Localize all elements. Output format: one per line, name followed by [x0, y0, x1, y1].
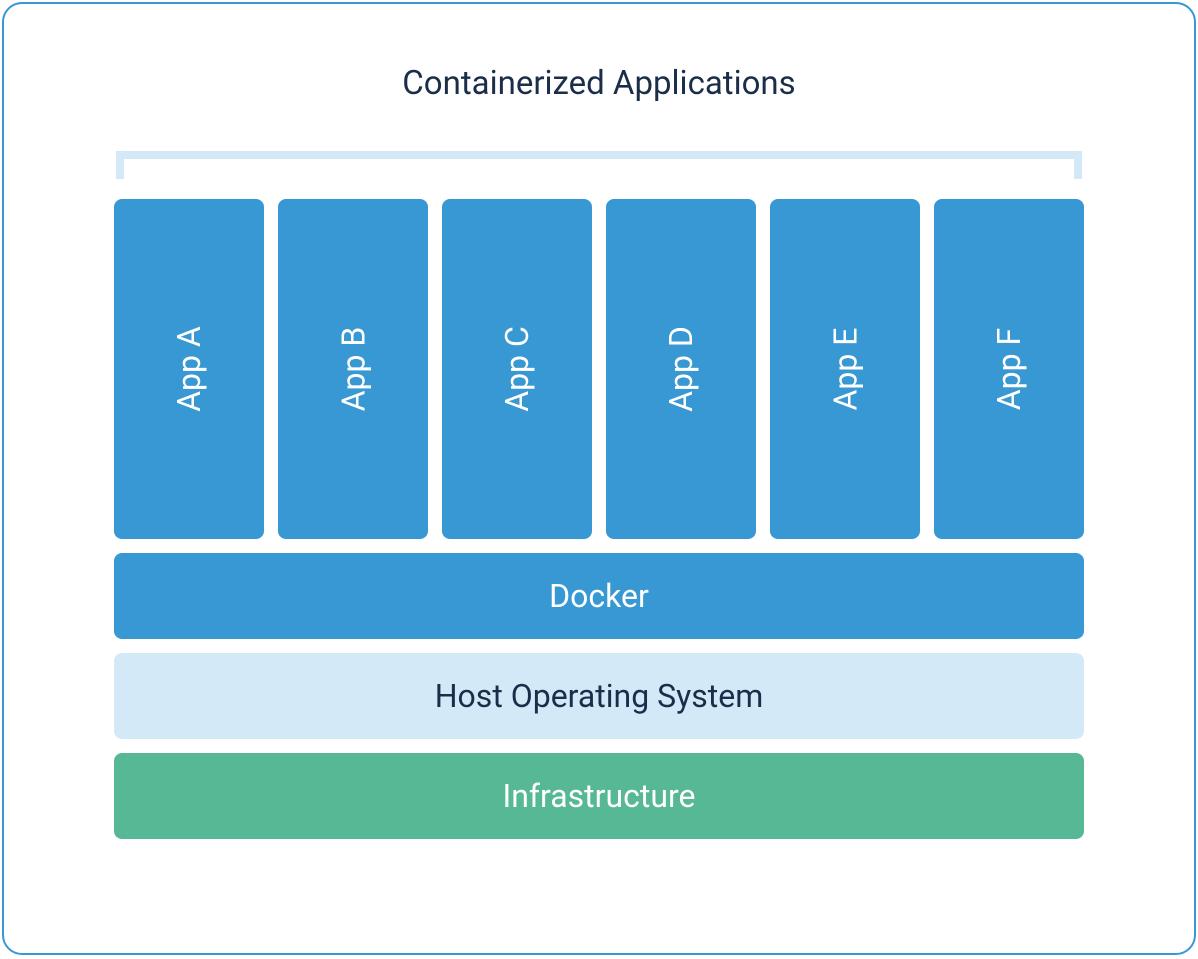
diagram-title: Containerized Applications	[114, 64, 1084, 103]
infrastructure-label: Infrastructure	[503, 777, 696, 815]
infrastructure-layer: Infrastructure	[114, 753, 1084, 839]
bracket-icon	[114, 151, 1084, 181]
app-box-f: App F	[934, 199, 1084, 539]
app-box-c: App C	[442, 199, 592, 539]
app-box-b: App B	[278, 199, 428, 539]
app-label: App F	[990, 328, 1028, 410]
app-label: App E	[826, 328, 864, 411]
diagram-container: Containerized Applications App A App B A…	[2, 2, 1196, 955]
host-os-label: Host Operating System	[435, 677, 764, 715]
app-label: App D	[662, 326, 700, 412]
apps-row: App A App B App C App D App E App F	[114, 199, 1084, 539]
app-label: App B	[334, 327, 372, 412]
app-label: App A	[170, 326, 208, 412]
docker-layer: Docker	[114, 553, 1084, 639]
app-label: App C	[498, 326, 536, 412]
app-box-d: App D	[606, 199, 756, 539]
docker-label: Docker	[549, 577, 649, 615]
app-box-a: App A	[114, 199, 264, 539]
host-os-layer: Host Operating System	[114, 653, 1084, 739]
app-box-e: App E	[770, 199, 920, 539]
